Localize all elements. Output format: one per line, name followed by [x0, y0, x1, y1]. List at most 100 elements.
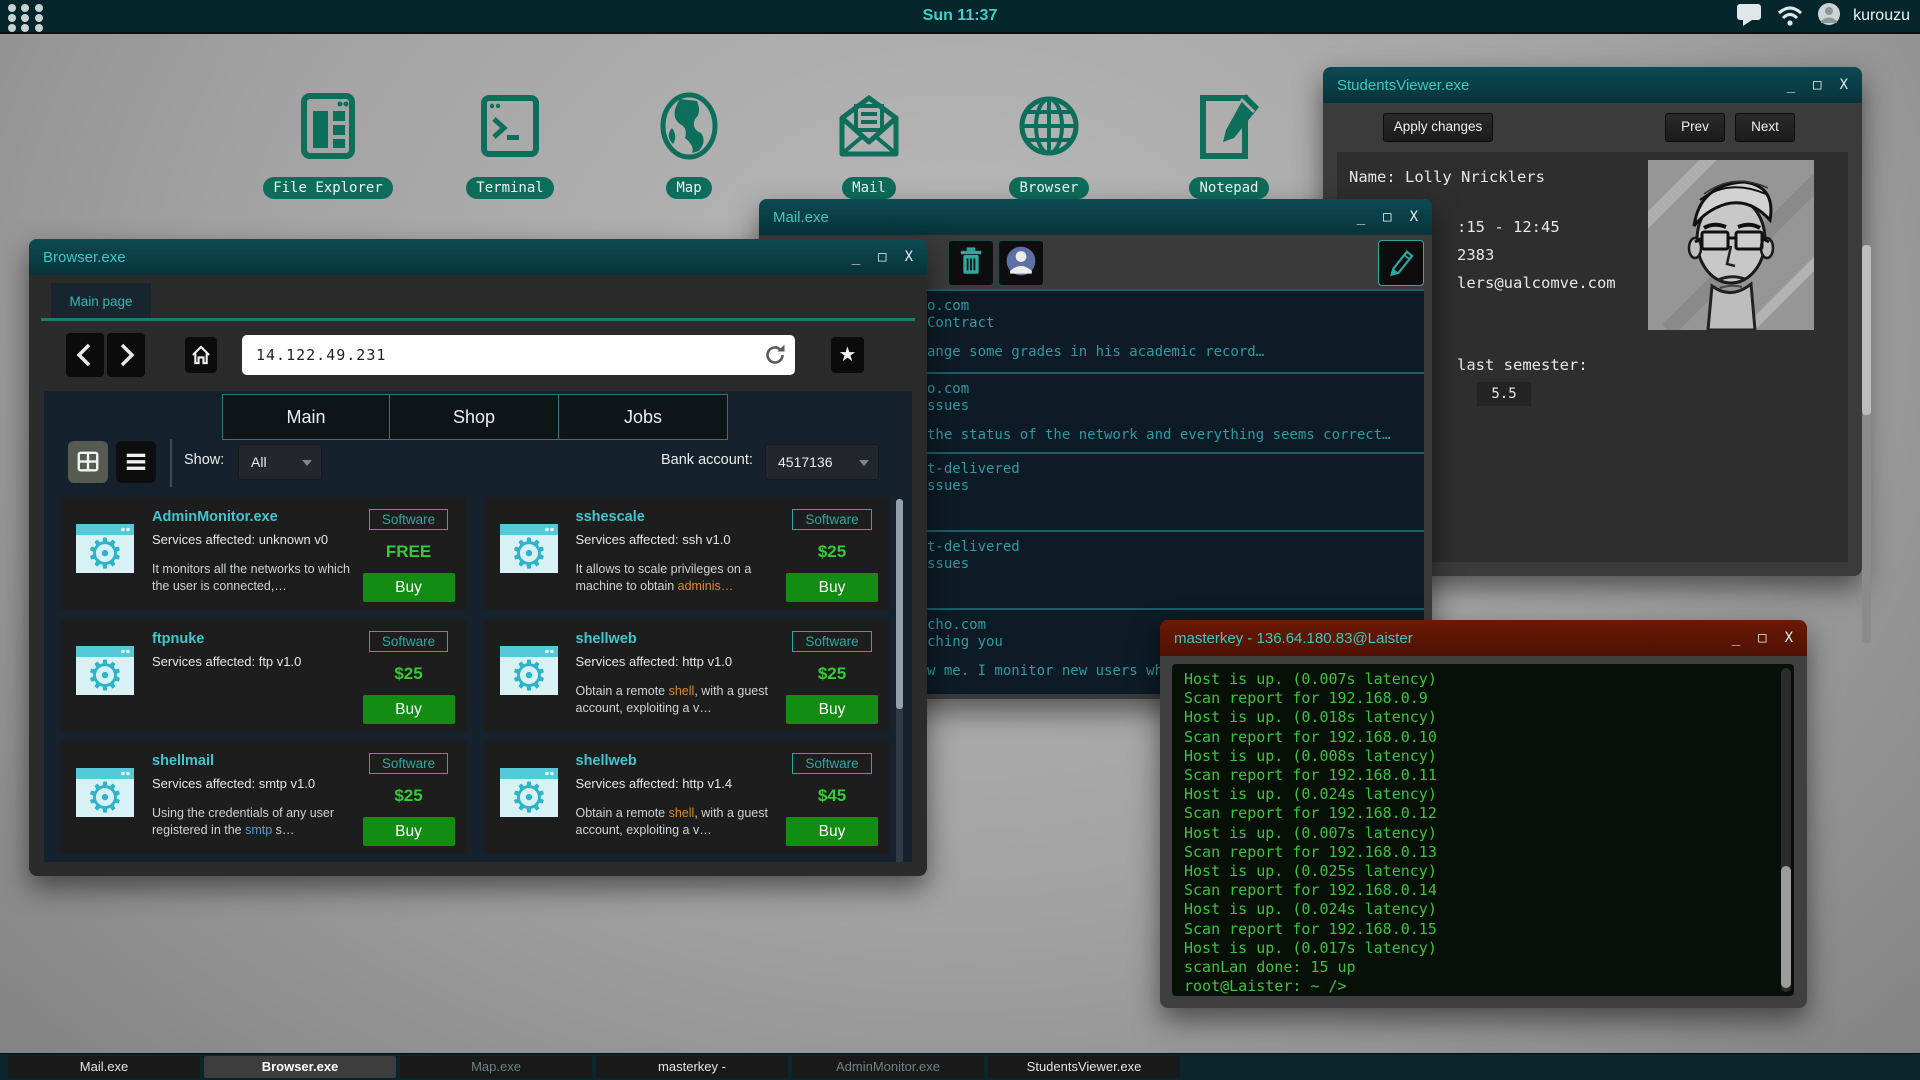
maximize-icon[interactable]: □ [1383, 209, 1391, 225]
grid-view-icon [77, 451, 99, 472]
buy-button[interactable]: Buy [362, 817, 455, 846]
product-card: ⚙ sshescale Services affected: ssh v1.0 … [483, 497, 890, 610]
desktop-icon-map[interactable]: Map [619, 86, 759, 199]
buy-button[interactable]: Buy [362, 695, 455, 724]
url-input[interactable] [242, 335, 795, 375]
student-id-fragment: 2383 [1457, 246, 1495, 264]
site-tab-main[interactable]: Main [222, 394, 390, 440]
taskbar: Mail.exe Browser.exe Map.exe masterkey - Adm… [0, 1053, 1920, 1080]
taskbar-item-browser-exe[interactable]: Browser.exe [204, 1056, 396, 1078]
desktop-icon-mail[interactable]: Mail [799, 86, 939, 199]
site-tab-jobs[interactable]: Jobs [558, 394, 728, 440]
product-description: Obtain a remote shell, with a guest acco… [575, 684, 768, 715]
maximize-icon[interactable]: □ [1813, 77, 1821, 93]
student-email-fragment: lers@ualcomve.com [1457, 274, 1616, 292]
close-icon[interactable]: X [1840, 77, 1848, 93]
mail-item-text: the status of the network and everything… [927, 427, 1391, 443]
product-services: Services affected: http v1.0 [575, 654, 733, 669]
home-button[interactable] [185, 337, 217, 373]
students-scrollbar[interactable] [1862, 245, 1871, 643]
list-view-icon [126, 453, 146, 470]
close-icon[interactable]: X [1785, 630, 1793, 646]
grade-field[interactable]: 5.5 [1477, 382, 1531, 406]
notepad-icon [1159, 86, 1299, 171]
mail-item-text [927, 332, 1414, 344]
student-schedule-fragment: :15 - 12:45 [1457, 218, 1560, 236]
buy-button[interactable]: Buy [786, 573, 878, 602]
app-window-gear-icon: ⚙ [498, 517, 560, 602]
browser-titlebar[interactable]: Browser.exe _ □ X [29, 239, 927, 275]
taskbar-item-adminmonitor-exe[interactable]: AdminMonitor.exe [792, 1056, 984, 1078]
contact-person-icon [1003, 243, 1039, 284]
desktop-icon-browser[interactable]: Browser [979, 86, 1119, 199]
grid-view-button[interactable] [68, 441, 108, 483]
desktop-icon-notepad[interactable]: Notepad [1159, 86, 1299, 199]
product-name[interactable]: ftpnuke [152, 631, 361, 647]
browser-scrollbar[interactable] [896, 499, 903, 862]
user-avatar-icon[interactable] [1817, 2, 1841, 31]
buy-button[interactable]: Buy [786, 817, 878, 846]
product-description: It allows to scale privileges on a machi… [575, 562, 752, 593]
app-window-gear-icon: ⚙ [74, 639, 136, 724]
chevron-down-icon [859, 460, 869, 466]
product-name[interactable]: sshescale [576, 509, 785, 525]
bank-account-select[interactable]: 4517136 [765, 444, 879, 480]
taskbar-item-mail-exe[interactable]: Mail.exe [8, 1056, 200, 1078]
next-button[interactable]: Next [1735, 113, 1795, 142]
masterkey-titlebar[interactable]: masterkey - 136.64.180.83@Laister _ □ X [1160, 620, 1807, 656]
bookmark-button[interactable]: ★ [831, 337, 864, 373]
product-price: $25 [817, 541, 847, 561]
close-icon[interactable]: X [1410, 209, 1418, 225]
terminal-scrollbar[interactable] [1781, 668, 1791, 992]
app-window-gear-icon: ⚙ [498, 761, 560, 846]
taskbar-item-masterkey[interactable]: masterkey - [596, 1056, 788, 1078]
compose-mail-button[interactable] [1378, 240, 1424, 286]
prev-button[interactable]: Prev [1665, 113, 1725, 142]
desktop-icon-terminal[interactable]: Terminal [440, 86, 580, 199]
product-services: Services affected: ssh v1.0 [575, 532, 731, 547]
product-name[interactable]: shellweb [576, 631, 785, 647]
buy-button[interactable]: Buy [362, 573, 455, 602]
product-services: Services affected: smtp v1.0 [152, 776, 316, 791]
product-name[interactable]: shellweb [576, 753, 785, 769]
mail-titlebar[interactable]: Mail.exe _ □ X [759, 199, 1432, 235]
chat-icon[interactable] [1735, 0, 1763, 32]
minimize-icon[interactable]: _ [852, 249, 860, 265]
delete-mail-button[interactable] [948, 240, 994, 286]
minimize-icon[interactable]: _ [1787, 77, 1795, 93]
back-button[interactable] [66, 333, 104, 377]
desktop-icon-file-explorer[interactable]: File Explorer [258, 86, 398, 199]
product-type-badge: Software [792, 753, 872, 774]
browser-page-tab[interactable]: Main page [51, 283, 151, 321]
app-window-gear-icon: ⚙ [74, 761, 136, 846]
mail-item-text: ssues [927, 556, 970, 572]
student-name: Name: Lolly Nricklers [1349, 168, 1545, 186]
taskbar-item-map-exe[interactable]: Map.exe [400, 1056, 592, 1078]
masterkey-title: masterkey - 136.64.180.83@Laister [1174, 629, 1413, 647]
close-icon[interactable]: X [905, 249, 913, 265]
maximize-icon[interactable]: □ [878, 249, 886, 265]
svg-text:⚙: ⚙ [86, 651, 124, 700]
maximize-icon[interactable]: □ [1758, 630, 1766, 646]
minimize-icon[interactable]: _ [1732, 630, 1740, 646]
reload-icon[interactable] [761, 341, 789, 369]
product-card: ⚙ shellweb Services affected: http v1.0 … [483, 619, 890, 732]
mail-item-text [927, 415, 1414, 427]
minimize-icon[interactable]: _ [1357, 209, 1365, 225]
product-name[interactable]: shellmail [152, 753, 361, 769]
contacts-button[interactable] [998, 240, 1044, 286]
show-filter-select[interactable]: All [238, 444, 322, 480]
list-view-button[interactable] [116, 441, 156, 483]
wifi-icon[interactable] [1775, 2, 1805, 31]
taskbar-item-studentsviewer-exe[interactable]: StudentsViewer.exe [988, 1056, 1180, 1078]
buy-button[interactable]: Buy [786, 695, 878, 724]
students-titlebar[interactable]: StudentsViewer.exe _ □ X [1323, 67, 1862, 103]
product-name[interactable]: AdminMonitor.exe [152, 509, 361, 525]
apply-changes-button[interactable]: Apply changes [1383, 113, 1493, 142]
terminal-output[interactable]: Host is up. (0.007s latency) Scan report… [1172, 664, 1794, 996]
forward-button[interactable] [107, 333, 145, 377]
site-tab-shop[interactable]: Shop [389, 394, 559, 440]
svg-text:⚙: ⚙ [86, 773, 124, 822]
file-explorer-icon [258, 86, 398, 171]
product-price: $25 [817, 663, 847, 683]
